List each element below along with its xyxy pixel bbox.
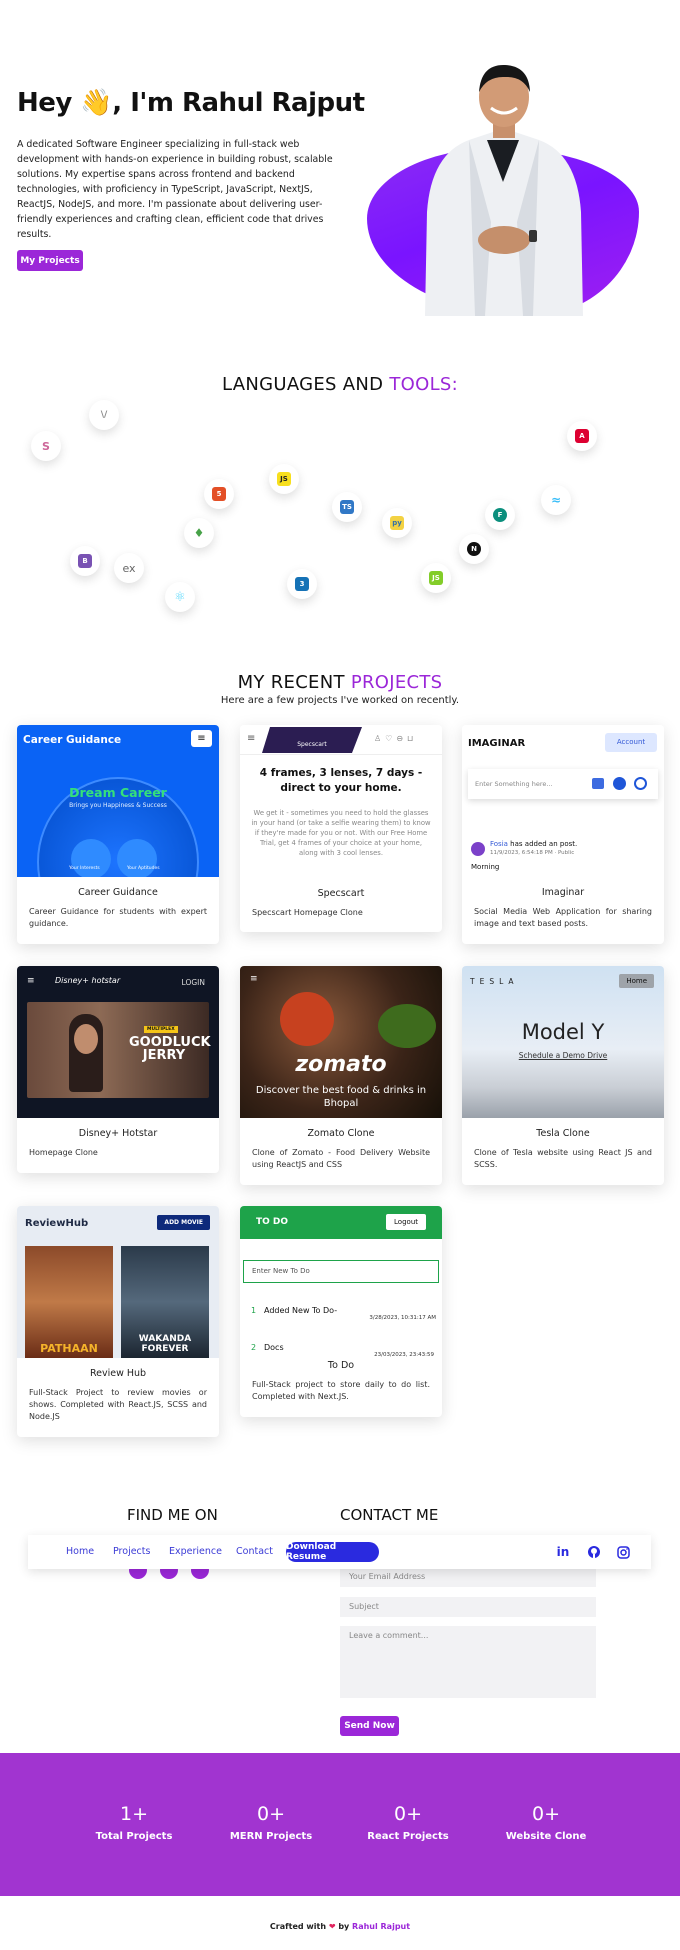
project-description: Clone of Tesla website using React JS an…: [474, 1148, 652, 1169]
css3-icon: 3: [287, 569, 317, 599]
project-card-tesla[interactable]: TESLA Home Model Y Schedule a Demo Drive…: [462, 966, 664, 1185]
hero-description: A dedicated Software Engineer specializi…: [17, 139, 333, 240]
vim-icon: \/: [89, 400, 119, 430]
instagram-icon[interactable]: [615, 1544, 631, 1560]
nav-experience[interactable]: Experience: [169, 1546, 222, 1557]
nodejs-icon: JS: [421, 563, 451, 593]
project-description: Full-Stack Project to review movies or s…: [29, 1388, 207, 1421]
project-title: Career Guidance: [78, 887, 158, 898]
sass-icon: S: [31, 431, 61, 461]
project-description: Social Media Web Application for sharing…: [474, 907, 652, 928]
project-card-imaginar[interactable]: IMAGINAR Account Enter Something here...…: [462, 725, 664, 944]
python-icon: py: [382, 508, 412, 538]
project-card-specscart[interactable]: ≡ Specscart ♙♡⊖⊔ 4 frames, 3 lenses, 7 d…: [240, 725, 442, 932]
send-icon[interactable]: [613, 777, 626, 790]
project-card-zomato[interactable]: ≡ zomato Discover the best food & drinks…: [240, 966, 442, 1185]
project-description: Specscart Homepage Clone: [252, 908, 363, 917]
profile-photo: [425, 64, 583, 316]
refresh-icon[interactable]: [634, 777, 647, 790]
stats-banner: 1+ Total Projects 0+ MERN Projects 0+ Re…: [0, 1753, 680, 1896]
header-icons: ♙♡⊖⊔: [374, 734, 418, 743]
stat-total-projects: 1+ Total Projects: [95, 1803, 173, 1842]
tailwind-icon: ≈: [541, 485, 571, 515]
project-card-todo[interactable]: TO DO Logout Enter New To Do 1 Added New…: [240, 1206, 442, 1417]
wave-icon: 👋: [80, 88, 113, 118]
download-resume-button[interactable]: Download Resume: [286, 1542, 379, 1562]
menu-icon[interactable]: ≡: [27, 976, 35, 986]
comment-field[interactable]: Leave a comment...: [340, 1626, 596, 1698]
project-title: Imaginar: [541, 887, 585, 898]
nav-home[interactable]: Home: [66, 1546, 94, 1557]
hero-greeting: Hey: [17, 88, 72, 118]
project-card-reviewhub[interactable]: ReviewHub ADD MOVIE PATHAAN WAKANDA FORE…: [17, 1206, 219, 1437]
project-screenshot: IMAGINAR Account Enter Something here...…: [462, 725, 664, 877]
send-now-button[interactable]: Send Now: [340, 1716, 399, 1736]
hero-name: , I'm Rahul Rajput: [112, 88, 365, 118]
angular-icon: A: [567, 421, 597, 451]
project-title: Zomato Clone: [307, 1128, 375, 1139]
project-description: Homepage Clone: [29, 1148, 98, 1157]
nav-projects[interactable]: Projects: [113, 1546, 150, 1557]
project-screenshot: ≡ zomato Discover the best food & drinks…: [240, 966, 442, 1118]
project-description: Clone of Zomato - Food Delivery Website …: [252, 1148, 430, 1169]
project-screenshot: Career Guidance ≡ Dream Career Brings yo…: [17, 725, 219, 877]
project-card-hotstar[interactable]: ≡ Disney+ hotstar LOGIN MULTIPLEX GOODLU…: [17, 966, 219, 1173]
html5-icon: 5: [204, 479, 234, 509]
projects-title: MY RECENT PROJECTS: [237, 672, 443, 693]
flask-icon: F: [485, 500, 515, 530]
mongodb-icon: ♦: [184, 518, 214, 548]
project-title: Tesla Clone: [536, 1128, 590, 1139]
hero-title: Hey 👋, I'm Rahul Rajput: [17, 88, 365, 118]
avatar: [471, 842, 485, 856]
email-field[interactable]: Your Email Address: [340, 1567, 596, 1587]
menu-icon[interactable]: ≡: [250, 974, 258, 984]
react-icon: ⚛: [165, 582, 195, 612]
navbar: Home Projects Experience Contact Downloa…: [28, 1535, 651, 1569]
project-screenshot: ReviewHub ADD MOVIE PATHAAN WAKANDA FORE…: [17, 1206, 219, 1358]
nextjs-icon: N: [459, 534, 489, 564]
image-icon[interactable]: [592, 778, 604, 789]
heart-icon: ❤: [328, 1922, 336, 1931]
project-screenshot: TO DO Logout Enter New To Do 1 Added New…: [240, 1206, 442, 1358]
project-title: Disney+ Hotstar: [78, 1128, 158, 1139]
project-screenshot: ≡ Specscart ♙♡⊖⊔ 4 frames, 3 lenses, 7 d…: [240, 725, 442, 878]
stat-website-clone: 0+ Website Clone: [505, 1803, 587, 1842]
tools-title: LANGUAGES AND TOOLS:: [221, 374, 459, 395]
find-me-title: FIND ME ON: [127, 1506, 218, 1524]
project-title: Review Hub: [89, 1368, 147, 1379]
github-icon[interactable]: [586, 1544, 602, 1560]
project-screenshot: ≡ Disney+ hotstar LOGIN MULTIPLEX GOODLU…: [17, 966, 219, 1118]
subject-field[interactable]: Subject: [340, 1597, 596, 1617]
bootstrap-icon: B: [70, 546, 100, 576]
stat-mern-projects: 0+ MERN Projects: [229, 1803, 313, 1842]
stat-react-projects: 0+ React Projects: [367, 1803, 449, 1842]
footer: Crafted with ❤ by Rahul Rajput: [269, 1922, 411, 1931]
menu-icon[interactable]: ≡: [247, 733, 255, 744]
express-icon: ex: [114, 553, 144, 583]
my-projects-button[interactable]: My Projects: [17, 250, 83, 271]
menu-icon[interactable]: ≡: [191, 730, 212, 747]
projects-subtitle: Here are a few projects I've worked on r…: [220, 695, 460, 706]
contact-title: CONTACT ME: [340, 1506, 439, 1524]
footer-author-link[interactable]: Rahul Rajput: [352, 1922, 410, 1931]
project-description: Full-Stack project to store daily to do …: [252, 1380, 430, 1401]
project-title: To Do: [327, 1360, 355, 1371]
typescript-icon: TS: [332, 492, 362, 522]
linkedin-icon[interactable]: in: [555, 1544, 571, 1560]
nav-contact[interactable]: Contact: [236, 1546, 273, 1557]
project-description: Career Guidance for students with expert…: [29, 907, 207, 928]
project-card-career-guidance[interactable]: Career Guidance ≡ Dream Career Brings yo…: [17, 725, 219, 944]
project-title: Specscart: [317, 888, 365, 899]
project-screenshot: TESLA Home Model Y Schedule a Demo Drive: [462, 966, 664, 1118]
js-icon: JS: [269, 464, 299, 494]
